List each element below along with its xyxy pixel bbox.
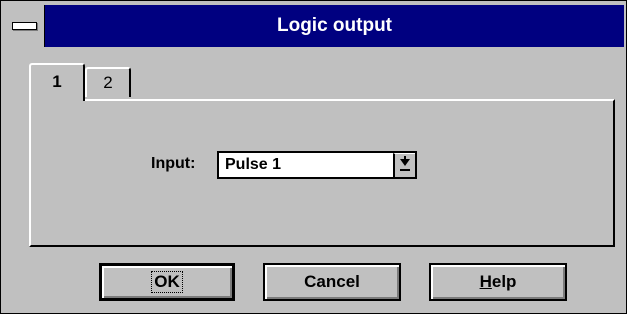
help-label-rest: elp — [491, 272, 517, 291]
help-button[interactable]: Help — [429, 263, 567, 301]
cancel-button-label: Cancel — [304, 272, 360, 291]
cancel-button[interactable]: Cancel — [263, 263, 401, 301]
input-select-value: Pulse 1 — [225, 156, 282, 173]
tab-2[interactable]: 2 — [85, 67, 131, 97]
input-select[interactable]: Pulse 1 — [217, 151, 417, 179]
tab-1-label: 1 — [52, 72, 62, 91]
window-title: Logic output — [276, 15, 393, 36]
help-button-label: Help — [480, 272, 517, 291]
tab-2-label: 2 — [103, 73, 113, 92]
dialog-window: Logic output 1 2 Input: Pulse 1 OK Cance… — [0, 0, 627, 314]
tab-1[interactable]: 1 — [29, 63, 85, 101]
title-bar: Logic output — [5, 5, 624, 47]
system-menu-icon — [12, 22, 37, 30]
dropdown-button[interactable] — [393, 153, 415, 177]
ok-button[interactable]: OK — [99, 263, 235, 301]
dialog-content: 1 2 Input: Pulse 1 OK Cancel Help — [5, 47, 624, 311]
tab-panel: Input: Pulse 1 — [29, 99, 615, 247]
system-menu-button[interactable] — [5, 5, 45, 47]
input-label: Input: — [151, 155, 196, 172]
ok-button-label: OK — [151, 271, 183, 293]
help-mnemonic: H — [479, 272, 492, 291]
